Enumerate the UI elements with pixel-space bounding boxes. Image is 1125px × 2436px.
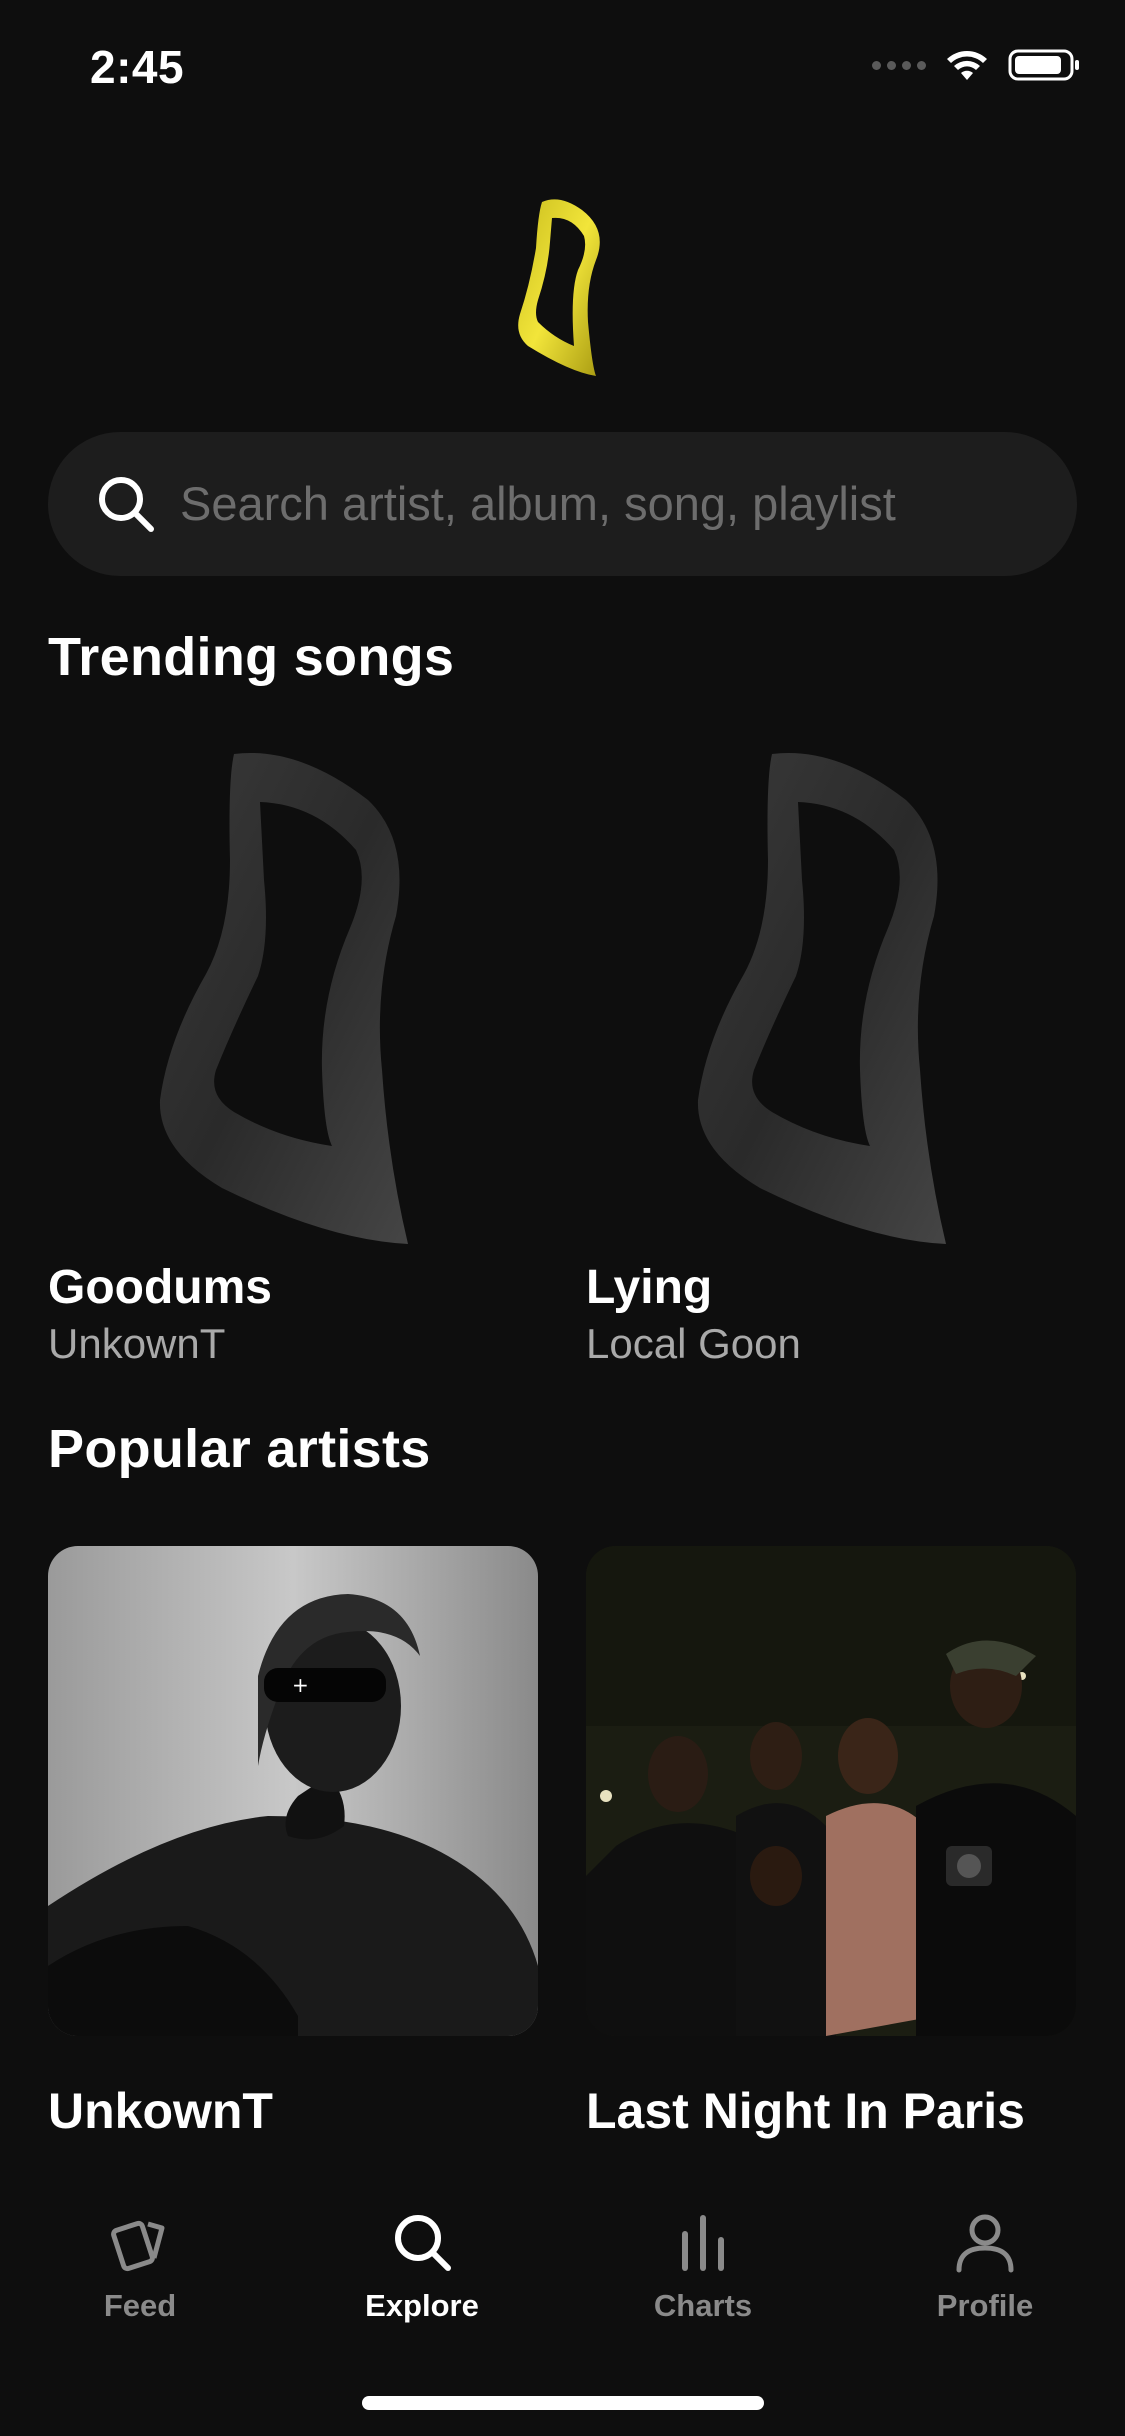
tab-feed-label: Feed: [103, 2288, 177, 2323]
home-indicator[interactable]: [362, 2396, 764, 2410]
tab-profile[interactable]: Profile: [885, 2210, 1085, 2324]
song-artist[interactable]: UnkownT: [48, 1320, 225, 1368]
tab-explore[interactable]: Explore: [322, 2210, 522, 2324]
song-title: Goodums: [48, 1261, 272, 1314]
battery-icon: [1008, 49, 1079, 81]
song-cover-image: [159, 752, 408, 1244]
tab-charts[interactable]: Charts: [603, 2210, 803, 2324]
status-time: 2:45: [90, 41, 185, 93]
artist-name[interactable]: Last Night In Paris: [586, 2082, 1025, 2140]
charts-icon: [682, 2215, 724, 2271]
song-artwork[interactable]: [48, 740, 538, 1260]
song-cover-image: [697, 752, 946, 1244]
search-icon: [99, 477, 154, 532]
artist-card[interactable]: + UnkownT: [48, 1546, 538, 2139]
profile-icon: [956, 2214, 1014, 2273]
tab-profile-label: Profile: [936, 2288, 1034, 2323]
search-icon: [395, 2215, 451, 2271]
song-card[interactable]: Lying Local Goon: [586, 740, 1076, 1367]
wifi-icon: [947, 51, 987, 80]
status-bar: 2:45: [0, 0, 1125, 140]
song-artwork[interactable]: [586, 740, 1076, 1260]
artist-photo[interactable]: [586, 1546, 1076, 2036]
song-artist[interactable]: Local Goon: [586, 1320, 801, 1368]
signal-icon: [872, 60, 926, 70]
status-indicators: [872, 48, 1080, 82]
artist-name[interactable]: UnkownT: [48, 2082, 273, 2140]
artist-card[interactable]: Last Night In Paris: [586, 1546, 1076, 2139]
artist-photo-image: +: [48, 1546, 538, 2036]
tab-explore-label: Explore: [365, 2288, 479, 2323]
song-title: Lying: [586, 1261, 713, 1314]
song-card[interactable]: Goodums UnkownT: [48, 740, 538, 1367]
feed-icon: [111, 2220, 165, 2272]
search-bar[interactable]: Search artist, album, song, playlist: [48, 432, 1077, 576]
tab-charts-label: Charts: [653, 2288, 753, 2323]
popular-artists-heading: Popular artists: [48, 1419, 431, 1479]
search-input[interactable]: Search artist, album, song, playlist: [180, 476, 896, 531]
artist-photo-image: [586, 1546, 1076, 2036]
svg-text:+: +: [292, 1673, 309, 1697]
tab-feed[interactable]: Feed: [40, 2210, 240, 2324]
artist-photo[interactable]: +: [48, 1546, 538, 2036]
trending-songs-heading: Trending songs: [48, 627, 455, 687]
app-logo: [518, 199, 600, 376]
